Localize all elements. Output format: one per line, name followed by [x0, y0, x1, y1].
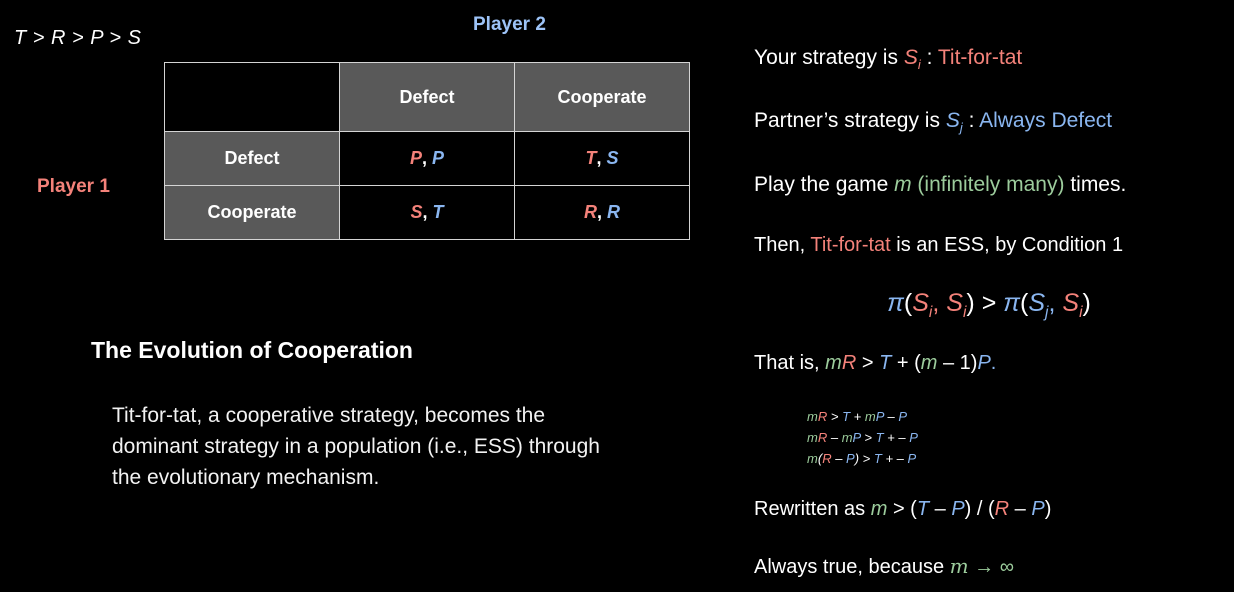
that-is-period: .: [990, 352, 997, 374]
payoff-p1: P: [409, 148, 422, 168]
matrix-cell-defect-defect: P, P: [339, 131, 515, 186]
rewritten-P2: P: [1031, 498, 1045, 520]
that-is-equation-line: That is, mR > T + (m – 1)P.: [754, 352, 996, 375]
pi-left-arg2: Si: [946, 289, 967, 321]
derivation-steps: mR > T + mP – P mR > T + mP – P mR – mP …: [807, 406, 918, 469]
rewritten-T: T: [916, 498, 930, 520]
slide-canvas: T > R > P > S Player 2 Player 1 Defect C…: [0, 0, 1234, 592]
payoff-separator: ,: [422, 202, 433, 222]
derivation-panel: Your strategy is Si : Tit-for-tat Partne…: [754, 0, 1224, 592]
rewritten-R: R: [994, 498, 1010, 520]
pi-symbol-left: π: [887, 289, 904, 317]
play-game-line: Play the game m (infinitely many) times.: [754, 173, 1126, 197]
player2-axis-label: Player 2: [473, 14, 546, 35]
matrix-cell-cooperate-cooperate: R, R: [514, 185, 690, 240]
payoff-p2: P: [432, 148, 445, 168]
rewritten-m: m: [870, 498, 888, 520]
matrix-cell-cooperate-defect: S, T: [339, 185, 515, 240]
payoff-p2: T: [432, 202, 444, 222]
your-strategy-value: Tit-for-tat: [937, 46, 1023, 69]
play-game-suffix: times.: [1064, 173, 1127, 196]
rewritten-P1: P: [951, 498, 965, 520]
matrix-col-header-cooperate: Cooperate: [514, 62, 690, 132]
that-is-T: T: [879, 352, 892, 374]
play-game-prefix: Play the game: [754, 173, 895, 196]
derivation-step-2: mR – mP > T + – P mR – mP > T + – P: [807, 430, 918, 445]
rewritten-line: Rewritten as m > (T – P) / (R – P): [754, 498, 1051, 521]
your-strategy-line: Your strategy is Si : Tit-for-tat: [754, 46, 1022, 72]
derivation-step-3: m(R – P) > T + – P m(R – P) > T + – P: [807, 451, 917, 466]
pi-right-arg2: Si: [1062, 289, 1083, 321]
payoff-separator: ,: [596, 148, 607, 168]
that-is-R: R: [841, 352, 857, 374]
always-true-line: Always true, because m → ∞: [754, 554, 1014, 579]
rewritten-close: ): [1044, 498, 1052, 520]
always-true-prefix: Always true, because: [754, 556, 950, 578]
pi-left-arg1: Si: [912, 289, 933, 321]
ess-strategy-name: Tit-for-tat: [810, 234, 891, 256]
payoff-p1: T: [585, 148, 597, 168]
partner-strategy-value: Always Defect: [979, 109, 1113, 132]
that-is-minus: – 1): [937, 352, 978, 374]
that-is-m: m: [825, 352, 842, 374]
payoff-p2: R: [607, 202, 620, 222]
rewritten-op: > (: [887, 498, 917, 520]
rewritten-minus1: –: [929, 498, 952, 520]
matrix-col-header-defect: Defect: [339, 62, 515, 132]
player1-axis-label: Player 1: [37, 176, 110, 197]
partner-strategy-prefix: Partner’s strategy is: [754, 109, 946, 132]
payoff-p1: S: [410, 202, 423, 222]
rewritten-prefix: Rewritten as: [754, 498, 871, 520]
payoff-ordering-inequality: T > R > P > S: [14, 27, 142, 49]
matrix-row-cooperate: Cooperate S, T R, R: [164, 185, 690, 240]
pi-right-arg1: Sj: [1028, 289, 1049, 321]
ess-suffix: is an ESS, by Condition 1: [890, 234, 1124, 256]
that-is-prefix: That is,: [754, 352, 826, 374]
partner-strategy-line: Partner’s strategy is Sj : Always Defect: [754, 109, 1112, 135]
payoff-separator: ,: [596, 202, 607, 222]
rewritten-minus2: –: [1009, 498, 1032, 520]
payoff-p2: S: [606, 148, 619, 168]
ess-prefix: Then,: [754, 234, 811, 256]
variable-m: m: [894, 173, 912, 196]
evolution-paragraph: Tit-for-tat, a cooperative strategy, bec…: [112, 404, 600, 489]
limit-arrow-icon: →: [968, 556, 1000, 578]
that-is-plus: + (: [891, 352, 921, 374]
matrix-header-row: Defect Cooperate: [164, 62, 690, 132]
rewritten-slash: ) / (: [964, 498, 995, 520]
play-game-paren: (infinitely many): [911, 173, 1065, 196]
your-strategy-prefix: Your strategy is: [754, 46, 904, 69]
pi-operator: >: [974, 289, 1004, 317]
always-true-m: m: [949, 554, 969, 578]
derivation-step-1: mR > T + mP – P mR > T + mP – P: [807, 409, 908, 424]
that-is-op: >: [856, 352, 880, 374]
payoff-p1: R: [583, 202, 597, 222]
strategy-symbol-sj: Sj: [945, 109, 963, 136]
strategy-symbol-si: Si: [903, 46, 921, 73]
payoff-separator: ,: [421, 148, 432, 168]
that-is-P: P: [977, 352, 991, 374]
infinity-symbol: ∞: [999, 556, 1015, 578]
partner-strategy-colon: :: [962, 109, 980, 132]
that-is-m2: m: [920, 352, 938, 374]
ess-condition-line: Then, Tit-for-tat is an ESS, by Conditio…: [754, 234, 1123, 257]
evolution-heading: The Evolution of Cooperation: [91, 337, 413, 363]
matrix-row-header-defect: Defect: [164, 131, 340, 186]
matrix-row-header-cooperate: Cooperate: [164, 185, 340, 240]
matrix-corner-cell: [164, 62, 340, 132]
your-strategy-colon: :: [920, 46, 938, 69]
matrix-cell-defect-cooperate: T, S: [514, 131, 690, 186]
ess-inequality-equation: π(Si, Si) > π(Sj, Si): [887, 289, 1091, 321]
pi-symbol-right: π: [1003, 289, 1020, 317]
payoff-matrix: Defect Cooperate Defect P, P T, S Cooper…: [164, 62, 690, 240]
matrix-row-defect: Defect P, P T, S: [164, 131, 690, 186]
